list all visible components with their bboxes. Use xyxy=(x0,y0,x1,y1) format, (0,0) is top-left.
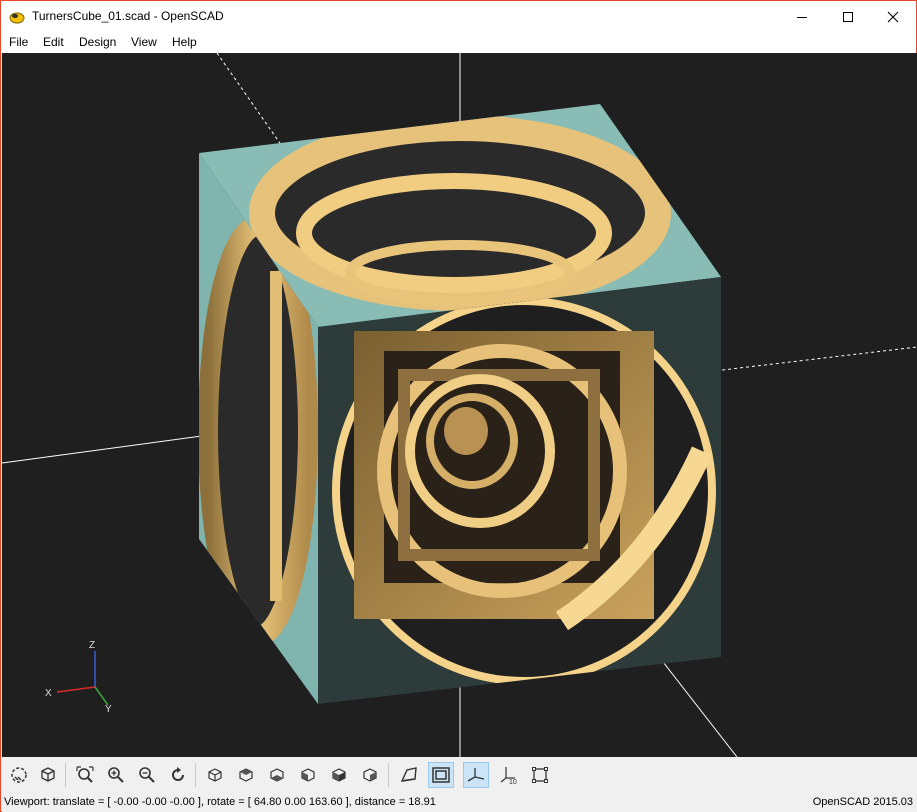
view-right-icon xyxy=(208,768,222,782)
view-front-button[interactable] xyxy=(326,762,352,788)
view-top-button[interactable] xyxy=(233,762,259,788)
maximize-button[interactable] xyxy=(825,1,871,32)
axis-x-label: X xyxy=(45,688,52,699)
reset-view-button[interactable] xyxy=(165,762,191,788)
axis-y-label: Y xyxy=(105,704,112,715)
show-scale-markers-icon: 10 xyxy=(500,767,517,785)
orthogonal-icon xyxy=(432,767,450,783)
view-back-icon xyxy=(363,768,377,782)
render-icon xyxy=(41,767,55,782)
render-button[interactable] xyxy=(35,762,61,788)
zoom-in-icon xyxy=(108,767,124,783)
menu-file[interactable]: File xyxy=(9,35,28,49)
openscad-logo-icon xyxy=(9,9,25,25)
axes-indicator: Z X Y xyxy=(45,640,112,715)
version-label: OpenSCAD 2015.03 xyxy=(812,796,913,808)
view-toolbar: 10 xyxy=(2,757,917,794)
show-axes-icon xyxy=(467,768,485,782)
view-front-icon xyxy=(332,768,346,782)
zoom-in-button[interactable] xyxy=(103,762,129,788)
app-window: TurnersCube_01.scad - OpenSCAD File Edit… xyxy=(0,0,917,812)
cube-front-face xyxy=(318,277,721,704)
minimize-button[interactable] xyxy=(779,1,825,32)
title-bar[interactable]: TurnersCube_01.scad - OpenSCAD xyxy=(1,1,916,32)
view-bottom-icon xyxy=(270,768,284,782)
show-scale-markers-button[interactable]: 10 xyxy=(496,762,522,788)
viewport-status: Viewport: translate = [ -0.00 -0.00 -0.0… xyxy=(4,796,436,808)
window-title: TurnersCube_01.scad - OpenSCAD xyxy=(32,9,224,23)
show-axes-button[interactable] xyxy=(463,762,489,788)
menu-help[interactable]: Help xyxy=(172,35,197,49)
view-all-icon xyxy=(76,766,94,783)
view-right-button[interactable] xyxy=(202,762,228,788)
zoom-out-button[interactable] xyxy=(134,762,160,788)
view-bottom-button[interactable] xyxy=(264,762,290,788)
status-bar: Viewport: translate = [ -0.00 -0.00 -0.0… xyxy=(2,794,917,812)
menu-view[interactable]: View xyxy=(131,35,157,49)
3d-viewport[interactable]: Z X Y xyxy=(2,53,917,757)
view-all-button[interactable] xyxy=(72,762,98,788)
menu-bar: File Edit Design View Help xyxy=(1,32,916,53)
preview-icon xyxy=(11,767,27,783)
view-back-button[interactable] xyxy=(357,762,383,788)
view-left-button[interactable] xyxy=(295,762,321,788)
view-left-icon xyxy=(301,768,315,782)
show-edges-button[interactable] xyxy=(527,762,553,788)
menu-edit[interactable]: Edit xyxy=(43,35,64,49)
close-button[interactable] xyxy=(870,1,916,32)
menu-design[interactable]: Design xyxy=(79,35,116,49)
view-top-icon xyxy=(239,768,253,782)
axis-z-label: Z xyxy=(89,640,95,651)
perspective-icon xyxy=(400,767,417,782)
preview-button[interactable] xyxy=(6,762,32,788)
reset-view-icon xyxy=(172,767,184,781)
perspective-button[interactable] xyxy=(396,762,422,788)
show-edges-icon xyxy=(532,767,548,783)
svg-text:10: 10 xyxy=(509,779,517,785)
zoom-out-icon xyxy=(139,767,155,783)
orthogonal-button[interactable] xyxy=(428,762,454,788)
